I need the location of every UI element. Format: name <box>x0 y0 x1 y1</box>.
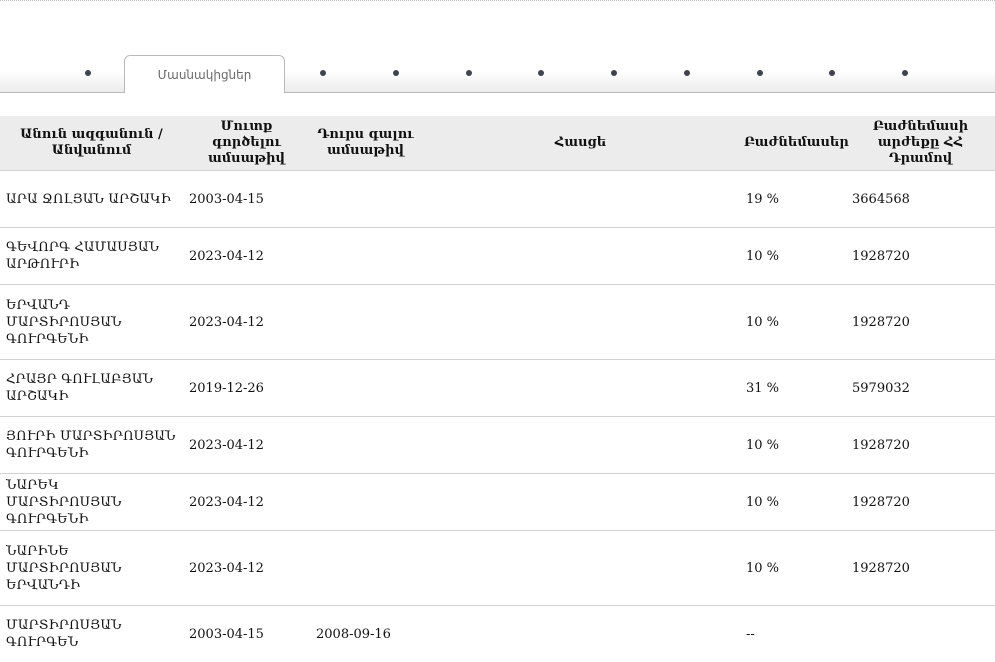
header-address: Հասցե <box>421 116 740 171</box>
cell-share-value: 1928720 <box>846 227 995 285</box>
cell-address <box>421 284 740 360</box>
cell-address <box>421 227 740 285</box>
cell-share-value: 1928720 <box>846 284 995 360</box>
tab-dot-4[interactable] <box>466 70 472 76</box>
cell-entry-date: 2023-04-12 <box>183 227 310 285</box>
cell-shares: -- <box>740 605 846 662</box>
cell-exit-date <box>310 284 421 360</box>
cell-address <box>421 359 740 417</box>
cell-shares: 31 % <box>740 359 846 417</box>
tab-dot-5[interactable] <box>538 70 544 76</box>
table-row: ՅՈՒՐԻ ՄԱՐՏԻՐՈՍՅԱՆ ԳՈՒՐԳԵՆԻ 2023-04-12 10… <box>0 416 995 474</box>
cell-exit-date <box>310 359 421 417</box>
cell-share-value: 3664568 <box>846 170 995 228</box>
cell-name: ՅՈՒՐԻ ՄԱՐՏԻՐՈՍՅԱՆ ԳՈՒՐԳԵՆԻ <box>0 416 183 474</box>
cell-exit-date <box>310 416 421 474</box>
table-row: ԵՐՎԱՆԴ ՄԱՐՏԻՐՈՍՅԱՆ ԳՈՒՐԳԵՆԻ 2023-04-12 1… <box>0 284 995 360</box>
cell-entry-date: 2019-12-26 <box>183 359 310 417</box>
tab-dot-3[interactable] <box>393 70 399 76</box>
header-name: Անուն ազգանուն / Անվանում <box>0 116 183 171</box>
cell-entry-date: 2023-04-12 <box>183 473 310 531</box>
header-exit-date: Դուրս գալու ամսաթիվ <box>310 116 421 171</box>
cell-name: ՄԱՐՏԻՐՈՍՅԱՆ ԳՈՒՐԳԵՆ <box>0 605 183 662</box>
header-share-value: Բաժնեմասի արժեքը ՀՀ Դրամով <box>846 116 995 171</box>
tab-bar: Մասնակիցներ <box>0 55 995 95</box>
tab-dot-9[interactable] <box>829 70 835 76</box>
table-header-row: Անուն ազգանուն / Անվանում Մուտք գործելու… <box>0 116 995 171</box>
cell-entry-date: 2023-04-12 <box>183 284 310 360</box>
cell-name: ԵՐՎԱՆԴ ՄԱՐՏԻՐՈՍՅԱՆ ԳՈՒՐԳԵՆԻ <box>0 284 183 360</box>
tab-dot-8[interactable] <box>757 70 763 76</box>
cell-address <box>421 170 740 228</box>
cell-share-value: 1928720 <box>846 530 995 606</box>
tab-dot-1[interactable] <box>85 70 91 76</box>
cell-address <box>421 416 740 474</box>
table-row: ՆԱՐԵԿ ՄԱՐՏԻՐՈՍՅԱՆ ԳՈՒՐԳԵՆԻ 2023-04-12 10… <box>0 473 995 531</box>
cell-share-value: 5979032 <box>846 359 995 417</box>
cell-entry-date: 2003-04-15 <box>183 605 310 662</box>
cell-shares: 10 % <box>740 530 846 606</box>
cell-name: ՆԱՐԻՆԵ ՄԱՐՏԻՐՈՍՅԱՆ ԵՐՎԱՆԴԻ <box>0 530 183 606</box>
tab-dot-10[interactable] <box>902 70 908 76</box>
cell-name: ԳԵՎՈՐԳ ՀԱՄԱՍՅԱՆ ԱՐԹՈՒՐԻ <box>0 227 183 285</box>
top-divider <box>0 0 995 1</box>
cell-shares: 10 % <box>740 227 846 285</box>
header-entry-date: Մուտք գործելու ամսաթիվ <box>183 116 310 171</box>
tab-participants[interactable]: Մասնակիցներ <box>124 55 285 93</box>
cell-address <box>421 605 740 662</box>
cell-shares: 10 % <box>740 473 846 531</box>
cell-shares: 10 % <box>740 416 846 474</box>
cell-entry-date: 2023-04-12 <box>183 530 310 606</box>
cell-shares: 19 % <box>740 170 846 228</box>
table-row: ՀՐԱՅՐ ԳՈՒԼԱԲՅԱՆ ԱՐՇԱԿԻ 2019-12-26 31 % 5… <box>0 359 995 417</box>
table-row: ՄԱՐՏԻՐՈՍՅԱՆ ԳՈՒՐԳԵՆ 2003-04-15 2008-09-1… <box>0 605 995 662</box>
cell-exit-date <box>310 227 421 285</box>
cell-exit-date: 2008-09-16 <box>310 605 421 662</box>
cell-name: ՀՐԱՅՐ ԳՈՒԼԱԲՅԱՆ ԱՐՇԱԿԻ <box>0 359 183 417</box>
cell-name: ԱՐԱ ՋՈԼՅԱՆ ԱՐՇԱԿԻ <box>0 170 183 228</box>
cell-entry-date: 2023-04-12 <box>183 416 310 474</box>
tab-dot-6[interactable] <box>611 70 617 76</box>
cell-shares: 10 % <box>740 284 846 360</box>
table-row: ՆԱՐԻՆԵ ՄԱՐՏԻՐՈՍՅԱՆ ԵՐՎԱՆԴԻ 2023-04-12 10… <box>0 530 995 606</box>
header-shares: Բաժնեմասեր <box>740 116 849 171</box>
table-row: ԱՐԱ ՋՈԼՅԱՆ ԱՐՇԱԿԻ 2003-04-15 19 % 366456… <box>0 170 995 228</box>
cell-address <box>421 530 740 606</box>
tab-dot-2[interactable] <box>320 70 326 76</box>
cell-exit-date <box>310 473 421 531</box>
cell-share-value: 1928720 <box>846 416 995 474</box>
cell-entry-date: 2003-04-15 <box>183 170 310 228</box>
table-row: ԳԵՎՈՐԳ ՀԱՄԱՍՅԱՆ ԱՐԹՈՒՐԻ 2023-04-12 10 % … <box>0 227 995 285</box>
page: Մասնակիցներ Անուն ազգանուն / Անվանում Մո… <box>0 0 995 662</box>
cell-name: ՆԱՐԵԿ ՄԱՐՏԻՐՈՍՅԱՆ ԳՈՒՐԳԵՆԻ <box>0 473 183 531</box>
cell-share-value <box>846 605 995 662</box>
cell-exit-date <box>310 170 421 228</box>
tab-dot-7[interactable] <box>684 70 690 76</box>
cell-exit-date <box>310 530 421 606</box>
participants-table: Անուն ազգանուն / Անվանում Մուտք գործելու… <box>0 116 995 662</box>
cell-share-value: 1928720 <box>846 473 995 531</box>
cell-address <box>421 473 740 531</box>
